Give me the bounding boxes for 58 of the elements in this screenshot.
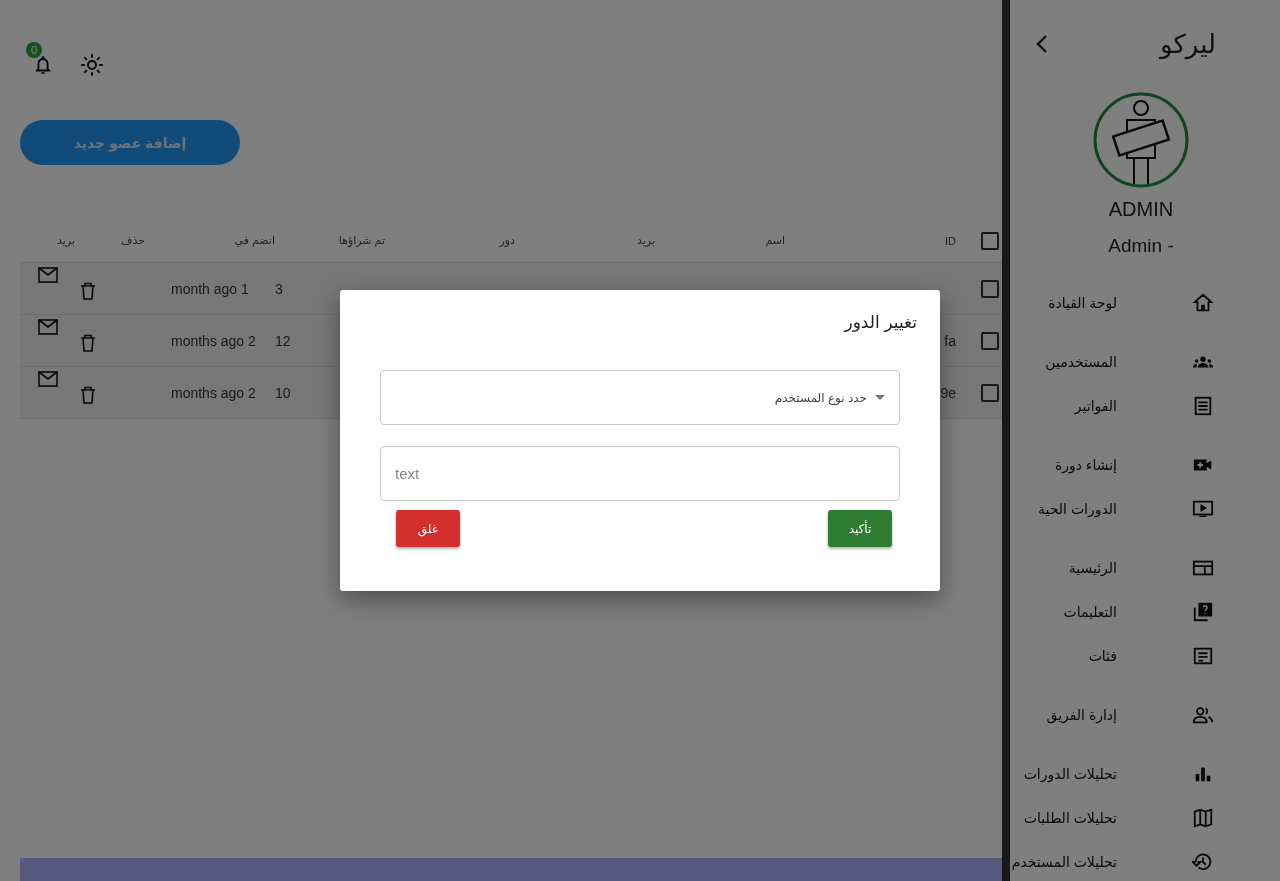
team-icon	[1192, 704, 1214, 726]
checkbox[interactable]	[981, 331, 999, 350]
column-header: اسم	[764, 234, 785, 247]
receipt-icon	[1192, 395, 1214, 417]
history-icon	[1192, 851, 1214, 873]
trash-icon[interactable]	[80, 333, 96, 352]
dialog-title: تغيير الدور	[842, 312, 917, 333]
chevron-left-icon[interactable]	[1036, 34, 1048, 54]
menu-item[interactable]: إدارة الفريق	[1010, 693, 1272, 737]
menu-item[interactable]: الرئيسية	[1010, 546, 1272, 590]
menu-item[interactable]: إنشاء دورة	[1010, 443, 1272, 487]
caret-icon	[875, 395, 885, 400]
user-role: Admin -	[1107, 235, 1175, 257]
role-select[interactable]: حدد نوع المستخدم	[380, 370, 900, 425]
table-cell: 10	[275, 384, 291, 401]
menu-item[interactable]: فئات	[1010, 634, 1272, 678]
trash-icon[interactable]	[80, 385, 96, 404]
table-cell: months ago 2	[171, 332, 256, 349]
help-icon	[1192, 601, 1214, 623]
trash-icon[interactable]	[80, 281, 96, 300]
table-cell: months ago 2	[171, 384, 256, 401]
close-button[interactable]: غلق	[396, 510, 460, 547]
menu-item[interactable]: الفواتير	[1010, 384, 1272, 428]
app-title: ليركو	[1160, 28, 1216, 60]
map-icon	[1192, 807, 1214, 829]
checkbox[interactable]	[981, 279, 999, 298]
notification-badge: 0	[26, 42, 42, 58]
checkbox[interactable]	[981, 383, 999, 402]
table-cell: 3	[275, 280, 283, 297]
menu-item[interactable]: تحليلات الطلبات	[1010, 796, 1272, 840]
table-cell: 9e	[940, 384, 956, 401]
mail-icon[interactable]	[37, 267, 58, 283]
mail-icon[interactable]	[37, 371, 58, 387]
note-icon	[1192, 645, 1214, 667]
column-header: بريد	[56, 234, 75, 247]
menu-item[interactable]: المستخدمين	[1010, 340, 1272, 384]
menu-item[interactable]: التعليمات	[1010, 590, 1272, 634]
column-header: تم شراؤها	[337, 234, 385, 247]
column-header: ID	[944, 234, 956, 247]
checkbox[interactable]	[981, 231, 999, 250]
column-header: حذف	[120, 234, 145, 247]
column-header: بريد	[636, 234, 655, 247]
column-header: انضم في	[233, 234, 275, 247]
input-field[interactable]: text	[380, 446, 900, 501]
home-icon	[1192, 292, 1214, 314]
monitor-play-icon	[1192, 498, 1214, 520]
menu-item[interactable]: تحليلات الدورات	[1010, 752, 1272, 796]
menu-item[interactable]: تحليلات المستخدم	[1010, 840, 1272, 881]
user-name: ADMIN	[1107, 198, 1175, 221]
sun-icon[interactable]	[80, 53, 104, 77]
column-header: دور	[498, 234, 515, 247]
table-cell: fa	[944, 332, 956, 349]
confirm-button[interactable]: تأكيد	[828, 510, 892, 547]
table-cell: 12	[275, 332, 291, 349]
mail-icon[interactable]	[37, 319, 58, 335]
table-cell: month ago 1	[171, 280, 249, 297]
menu-item[interactable]: الدورات الحية	[1010, 487, 1272, 531]
menu-item[interactable]: لوحة القيادة	[1010, 281, 1272, 325]
